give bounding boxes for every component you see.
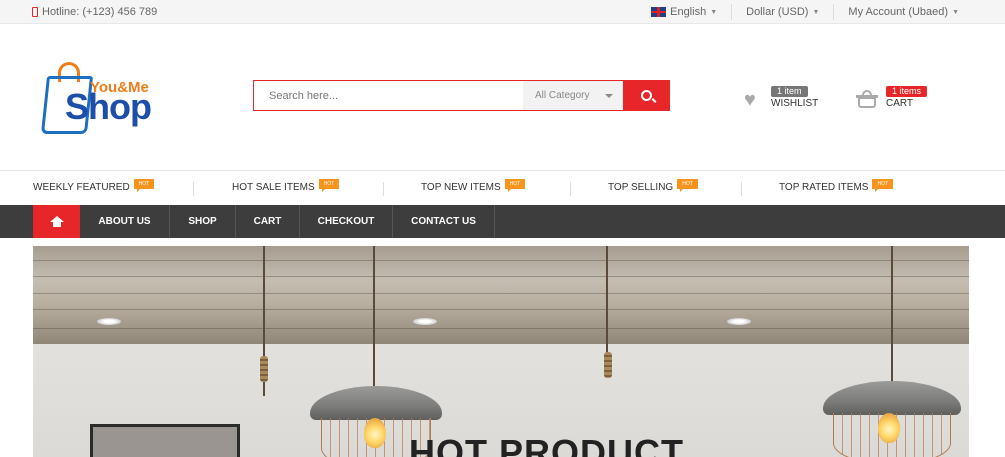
home-icon: [49, 216, 64, 227]
hero-ceiling: [33, 246, 969, 344]
cart-link[interactable]: 1 items CART: [856, 86, 936, 112]
category-select-label: All Category: [535, 90, 590, 101]
category-separator: [193, 182, 194, 196]
category-top-new-items[interactable]: TOP NEW ITEMS HOT: [421, 178, 526, 193]
search-bar: All Category: [253, 80, 670, 111]
lamp-cord: [373, 246, 375, 391]
search-icon: [640, 90, 652, 101]
nav-cart[interactable]: CART: [236, 205, 300, 238]
hot-badge: HOT: [677, 178, 698, 192]
account-label: My Account (Ubaed): [848, 6, 949, 18]
wishlist-count-badge: 1 item: [771, 86, 808, 97]
hot-badge: HOT: [318, 178, 340, 192]
hot-badge: HOT: [504, 178, 526, 192]
top-bar: Hotline: (+123) 456 789 English ▼ Dollar…: [0, 0, 1005, 24]
category-separator: [741, 182, 742, 196]
ceiling-light: [413, 318, 437, 325]
category-label: HOT SALE ITEMS: [232, 182, 315, 193]
category-select[interactable]: All Category: [523, 81, 623, 110]
site-logo[interactable]: You&Me Shop: [40, 62, 169, 140]
category-separator: [383, 182, 384, 196]
top-right-menu: English ▼ Dollar (USD) ▼ My Account (Uba…: [637, 0, 973, 24]
category-label: WEEKLY FEATURED: [33, 182, 130, 193]
hero-banner[interactable]: HOT PRODUCT: [33, 246, 969, 457]
featured-category-row: WEEKLY FEATURED HOT HOT SALE ITEMS HOT T…: [0, 171, 1005, 205]
wishlist-label: WISHLIST: [771, 98, 819, 109]
chevron-down-icon: ▼: [952, 8, 959, 16]
ceiling-light: [727, 318, 751, 325]
category-top-rated-items[interactable]: TOP RATED ITEMS HOT: [779, 178, 894, 193]
category-top-selling[interactable]: TOP SELLING HOT: [608, 178, 698, 193]
ceiling-light: [97, 318, 121, 325]
logo-main-text: Shop: [65, 86, 152, 127]
rope-knot: [604, 352, 612, 378]
hero-title: HOT PRODUCT: [409, 432, 684, 457]
nav-checkout[interactable]: CHECKOUT: [300, 205, 393, 238]
nav-contact-us[interactable]: CONTACT US: [393, 205, 495, 238]
caret-down-icon: [605, 93, 613, 98]
lamp-bulb: [364, 418, 386, 448]
main-nav: ABOUT US SHOP CART CHECKOUT CONTACT US: [0, 205, 1005, 238]
nav-home-button[interactable]: [33, 205, 80, 238]
search-button[interactable]: [623, 81, 669, 110]
category-label: TOP SELLING: [608, 182, 674, 193]
rope-knot: [260, 356, 268, 382]
category-label: TOP NEW ITEMS: [421, 182, 501, 193]
search-input[interactable]: [254, 81, 523, 110]
nav-shop[interactable]: SHOP: [170, 205, 236, 238]
currency-selector[interactable]: Dollar (USD) ▼: [731, 4, 833, 20]
category-separator: [570, 182, 571, 196]
lamp-cord: [606, 246, 608, 356]
category-hot-sale-items[interactable]: HOT SALE ITEMS HOT: [232, 178, 340, 193]
language-label: English: [670, 6, 707, 18]
cart-label: CART: [886, 98, 914, 109]
currency-label: Dollar (USD): [746, 6, 809, 18]
lamp-bulb: [878, 413, 900, 443]
language-selector[interactable]: English ▼: [637, 4, 731, 20]
category-weekly-featured[interactable]: WEEKLY FEATURED HOT: [33, 178, 155, 193]
basket-icon: [856, 90, 878, 108]
heart-icon: ♥: [744, 89, 756, 111]
category-label: TOP RATED ITEMS: [779, 182, 869, 193]
wall-picture-frame: [90, 424, 240, 457]
hot-badge: HOT: [872, 178, 894, 192]
cart-count-badge: 1 items: [886, 86, 928, 97]
chevron-down-icon: ▼: [710, 8, 718, 16]
hotline: Hotline: (+123) 456 789: [32, 6, 157, 18]
phone-icon: [32, 7, 38, 17]
lamp-cord: [891, 246, 893, 386]
chevron-down-icon: ▼: [812, 8, 820, 16]
flag-icon: [651, 7, 667, 17]
account-menu[interactable]: My Account (Ubaed) ▼: [833, 4, 973, 20]
wishlist-link[interactable]: ♥ 1 item WISHLIST: [744, 86, 834, 112]
nav-about-us[interactable]: ABOUT US: [80, 205, 170, 238]
hot-badge: HOT: [133, 178, 155, 192]
hotline-text: Hotline: (+123) 456 789: [42, 6, 158, 18]
